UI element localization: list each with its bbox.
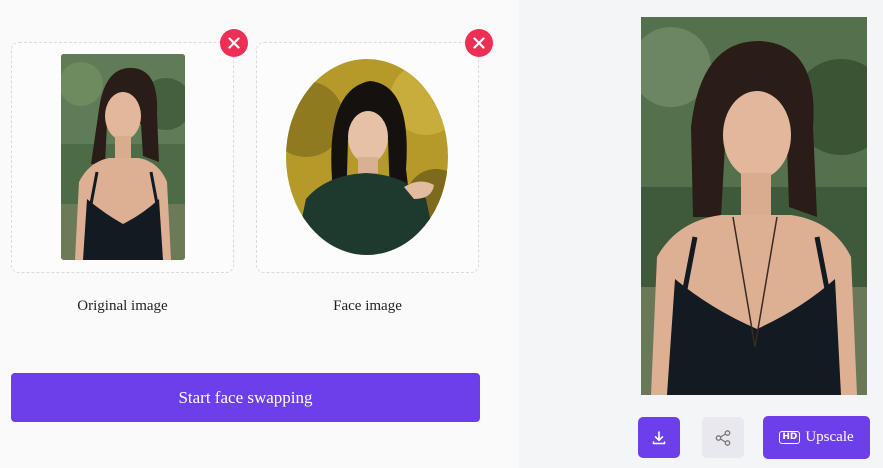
face-image-thumbnail — [286, 59, 448, 255]
face-image-label: Face image — [333, 298, 402, 314]
hd-icon: HD — [779, 431, 801, 444]
original-image-label: Original image — [77, 298, 168, 314]
download-button[interactable] — [638, 417, 680, 458]
download-icon — [652, 430, 666, 444]
share-icon — [715, 429, 731, 446]
start-face-swapping-button[interactable]: Start face swapping — [11, 373, 480, 422]
remove-face-button[interactable] — [465, 29, 493, 57]
close-icon — [473, 37, 485, 49]
original-image-thumbnail — [61, 54, 185, 260]
upscale-button[interactable]: HD Upscale — [763, 416, 870, 459]
upscale-label: Upscale — [805, 429, 854, 445]
remove-original-button[interactable] — [220, 29, 248, 57]
close-icon — [228, 37, 240, 49]
result-image — [641, 17, 867, 395]
share-button[interactable] — [702, 417, 744, 458]
